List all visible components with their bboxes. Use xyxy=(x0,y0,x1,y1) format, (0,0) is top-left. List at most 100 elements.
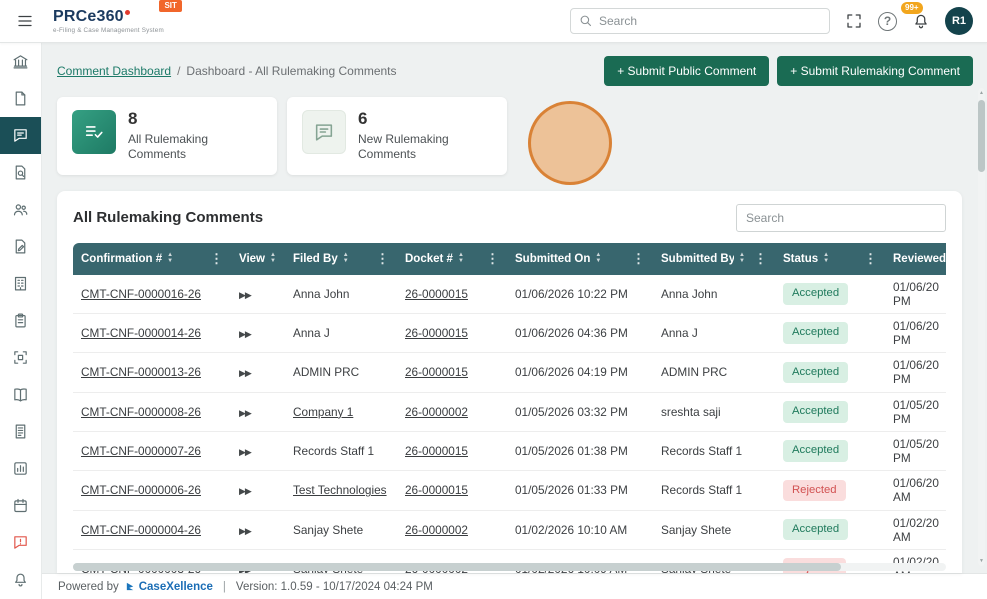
user-avatar[interactable]: R1 xyxy=(945,7,973,35)
scroll-down-arrow-icon[interactable]: ▼ xyxy=(978,556,985,566)
column-header-filed-by[interactable]: Filed By ▲ ▼ ⋮ xyxy=(285,242,397,275)
search-icon xyxy=(578,13,593,28)
sidebar-item-chat-alert[interactable] xyxy=(0,524,41,561)
vertical-scrollbar-thumb[interactable] xyxy=(978,100,985,172)
table-row: CMT-CNF-0000004-26 ▶▶ Sanjay Shete 26-00000… xyxy=(73,510,946,550)
filed-by-cell: Anna John xyxy=(285,274,397,314)
docket-link[interactable]: 26-0000002 xyxy=(405,405,468,419)
confirmation-link[interactable]: CMT-CNF-0000014-26 xyxy=(81,326,201,340)
sort-icon[interactable]: ▲ ▼ xyxy=(595,252,601,264)
notifications-bell-button[interactable]: 99+ xyxy=(901,2,932,32)
docket-link[interactable]: 26-0000015 xyxy=(405,365,468,379)
filed-by-text: ADMIN PRC xyxy=(293,365,360,380)
sidebar-item-file-lines[interactable] xyxy=(0,413,41,450)
sidebar-item-file[interactable] xyxy=(0,80,41,117)
view-cell: ▶▶ xyxy=(231,431,285,472)
sidebar-item-chart[interactable] xyxy=(0,450,41,487)
submitted-by-cell: Records Staff 1 xyxy=(653,431,775,472)
vertical-scrollbar[interactable]: ▲ ▼ xyxy=(978,88,985,566)
docket-link[interactable]: 26-0000015 xyxy=(405,483,468,497)
column-menu-icon[interactable]: ⋮ xyxy=(628,251,645,267)
menu-icon[interactable] xyxy=(14,10,36,32)
clipboard-icon xyxy=(12,312,29,329)
sidebar-item-users[interactable] xyxy=(0,191,41,228)
sidebar-item-file-search[interactable] xyxy=(0,154,41,191)
sidebar-item-clipboard[interactable] xyxy=(0,302,41,339)
filed-by-link[interactable]: Test Technologies xyxy=(293,483,387,497)
column-header-submitted-on[interactable]: Submitted On ▲ ▼ ⋮ xyxy=(507,242,653,275)
scroll-up-arrow-icon[interactable]: ▲ xyxy=(978,88,985,98)
confirmation-cell: CMT-CNF-0000008-26 xyxy=(73,392,231,432)
column-header-docket[interactable]: Docket # ▲ ▼ ⋮ xyxy=(397,242,507,275)
confirmation-link[interactable]: CMT-CNF-0000007-26 xyxy=(81,444,201,458)
reviewed-cell: 01/06/20 PM xyxy=(885,314,946,354)
docket-link[interactable]: 26-0000015 xyxy=(405,326,468,340)
sort-icon[interactable]: ▲ ▼ xyxy=(270,252,276,264)
status-cell: Rejected xyxy=(775,471,885,511)
submitted-on-cell: 01/05/2026 03:32 PM xyxy=(507,392,653,432)
breadcrumb-link-comment-dashboard[interactable]: Comment Dashboard xyxy=(57,64,171,78)
file-lines-icon xyxy=(12,423,29,440)
view-details-icon[interactable]: ▶▶ xyxy=(239,329,252,339)
filed-by-link[interactable]: Company 1 xyxy=(293,405,353,419)
view-details-icon[interactable]: ▶▶ xyxy=(239,447,252,457)
docket-link[interactable]: 26-0000002 xyxy=(405,523,468,537)
docket-link[interactable]: 26-0000015 xyxy=(405,287,468,301)
global-search-input[interactable] xyxy=(570,8,830,34)
column-menu-icon[interactable]: ⋮ xyxy=(372,251,389,267)
docket-link[interactable]: 26-0000015 xyxy=(405,444,468,458)
horizontal-scrollbar[interactable] xyxy=(73,563,946,571)
view-details-icon[interactable]: ▶▶ xyxy=(239,486,252,496)
sidebar-item-file-edit[interactable] xyxy=(0,228,41,265)
sidebar-item-bell[interactable] xyxy=(0,561,41,598)
confirmation-link[interactable]: CMT-CNF-0000006-26 xyxy=(81,483,201,497)
sidebar-item-comment[interactable] xyxy=(0,117,41,154)
sidebar-item-bank[interactable] xyxy=(0,43,41,80)
sort-icon[interactable]: ▲ ▼ xyxy=(739,252,745,264)
fullscreen-icon[interactable] xyxy=(843,10,865,32)
column-header-confirmation[interactable]: Confirmation # ▲ ▼ ⋮ xyxy=(73,242,231,275)
sort-icon[interactable]: ▲ ▼ xyxy=(167,252,173,264)
column-menu-icon[interactable]: ⋮ xyxy=(750,251,767,267)
sidebar-item-book[interactable] xyxy=(0,376,41,413)
all-comments-stat-icon xyxy=(72,110,116,154)
column-header-status[interactable]: Status ▲ ▼ ⋮ xyxy=(775,242,885,275)
view-cell: ▶▶ xyxy=(231,314,285,354)
sidebar-nav xyxy=(0,43,42,599)
view-details-icon[interactable]: ▶▶ xyxy=(239,408,252,418)
submitted-by-cell: Anna J xyxy=(653,314,775,354)
logo-text-primary: PRC xyxy=(53,7,88,25)
filed-by-cell: Test Technologies xyxy=(285,471,397,511)
table-search-input[interactable] xyxy=(736,203,946,232)
sort-icon[interactable]: ▲ ▼ xyxy=(823,252,829,264)
sidebar-item-scan[interactable] xyxy=(0,339,41,376)
help-icon[interactable]: ? xyxy=(878,11,897,31)
column-header-submitted-by[interactable]: Submitted By ▲ ▼ ⋮ xyxy=(653,242,775,275)
column-header-view[interactable]: View ▲ ▼ xyxy=(231,242,285,275)
confirmation-link[interactable]: CMT-CNF-0000016-26 xyxy=(81,287,201,301)
stat-label: New Rulemaking Comments xyxy=(358,131,449,161)
casexellence-brand[interactable]: CaseXellence xyxy=(125,581,213,593)
column-menu-icon[interactable]: ⋮ xyxy=(860,251,877,267)
column-header-reviewed[interactable]: Reviewed▲▼⋮ xyxy=(885,242,946,275)
sort-icon[interactable]: ▲ ▼ xyxy=(458,252,464,264)
horizontal-scrollbar-thumb[interactable] xyxy=(73,563,842,571)
table-header-row: Confirmation # ▲ ▼ ⋮ View ▲ ▼ Filed By ▲ ▼ ⋮ Docket… xyxy=(73,242,946,275)
confirmation-link[interactable]: CMT-CNF-0000008-26 xyxy=(81,405,201,419)
submit-public-comment-button[interactable]: + Submit Public Comment xyxy=(604,56,770,86)
submit-rulemaking-comment-button[interactable]: + Submit Rulemaking Comment xyxy=(777,56,973,86)
logo-text: PRCe360 xyxy=(53,7,164,25)
column-menu-icon[interactable]: ⋮ xyxy=(482,251,499,267)
confirmation-link[interactable]: CMT-CNF-0000004-26 xyxy=(81,523,201,537)
stat-text: 6 New Rulemaking Comments xyxy=(358,109,492,162)
sort-icon[interactable]: ▲ ▼ xyxy=(343,252,349,264)
sidebar-item-building[interactable] xyxy=(0,265,41,302)
view-details-icon[interactable]: ▶▶ xyxy=(239,526,252,536)
column-label: Docket # xyxy=(405,252,453,265)
sidebar-item-calendar[interactable] xyxy=(0,487,41,524)
view-details-icon[interactable]: ▶▶ xyxy=(239,368,252,378)
confirmation-link[interactable]: CMT-CNF-0000013-26 xyxy=(81,365,201,379)
status-badge: Rejected xyxy=(783,479,846,502)
column-menu-icon[interactable]: ⋮ xyxy=(206,251,223,267)
view-details-icon[interactable]: ▶▶ xyxy=(239,290,252,300)
